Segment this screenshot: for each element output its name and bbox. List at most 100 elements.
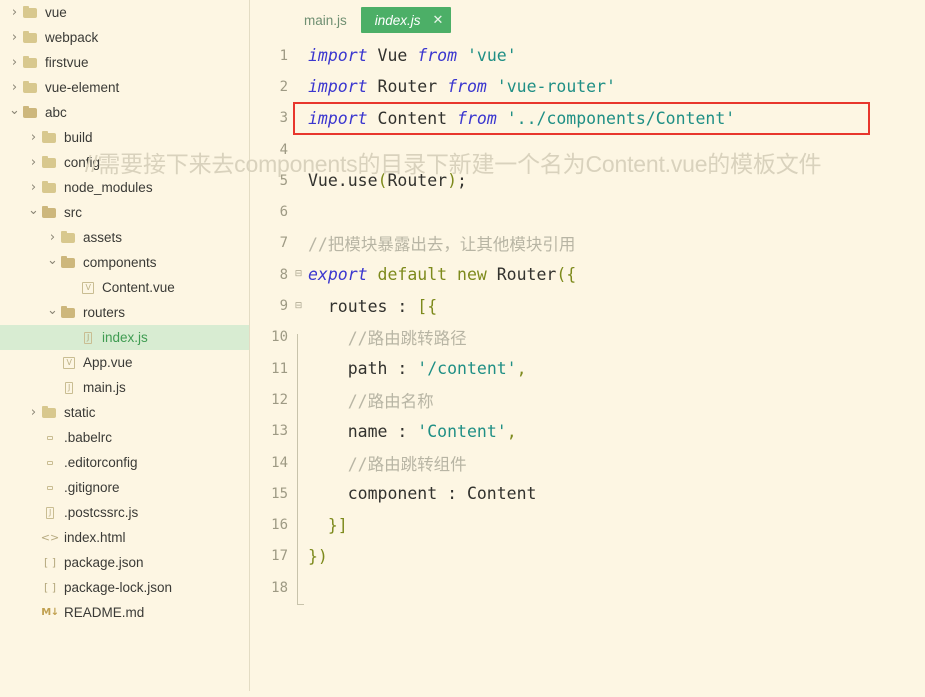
code-line[interactable]: 13 name : 'Content', (250, 416, 925, 463)
tree-item-content-vue[interactable]: V Content.vue (0, 275, 249, 300)
generic-file-icon (40, 433, 60, 443)
folder-open-icon (40, 205, 60, 220)
chevron-right-icon[interactable]: › (27, 156, 40, 169)
code-line[interactable]: 18 (250, 572, 925, 605)
tree-item-label: .editorconfig (64, 454, 138, 470)
code-token-id (487, 77, 497, 96)
json-file-icon: [ ] (43, 556, 57, 569)
folder-icon (21, 5, 41, 20)
code-line[interactable]: 7 //把模块暴露出去，让其他模块引用 (250, 228, 925, 259)
tree-item-abc[interactable]: ⌄ abc (0, 100, 249, 125)
code-line[interactable]: 12 //路由名称 (250, 384, 925, 431)
code-line[interactable]: 4 (250, 134, 925, 165)
code-line[interactable]: 8 ⊟ export default new Router({ (250, 259, 925, 290)
code-line[interactable]: 2 import Router from 'vue-router' (250, 71, 925, 102)
line-number: 16 (271, 517, 288, 534)
folder-icon (40, 180, 60, 195)
folder-icon (40, 405, 60, 420)
code-line[interactable]: 5 Vue.use(Router); (250, 165, 925, 196)
line-number: 18 (271, 579, 288, 596)
code-text: export default new Router({ (304, 265, 576, 284)
line-number: 14 (271, 454, 288, 471)
file-icon-glyph: J (65, 381, 73, 394)
tree-item-readme-md[interactable]: M↓ README.md (0, 600, 249, 625)
tree-item-node-modules[interactable]: › node_modules (0, 175, 249, 200)
code-line[interactable]: 9 ⊟ routes : [{ (250, 290, 925, 321)
file-icon-glyph (47, 435, 53, 440)
code-token-kw: import (308, 77, 368, 97)
code-line[interactable]: 15 component : Content (250, 478, 925, 525)
code-line[interactable]: 1 import Vue from 'vue' (250, 40, 925, 71)
tree-item-label: assets (83, 229, 123, 245)
vue-file-icon: V (59, 356, 79, 369)
vue-file-icon: V (78, 281, 98, 294)
tree-item-label: vue (45, 4, 67, 20)
tree-item-editorconfig[interactable]: .editorconfig (0, 450, 249, 475)
chevron-right-icon[interactable]: › (8, 31, 21, 44)
file-explorer-sidebar[interactable]: › vue › webpack › firstvue › vue-element ⌄ abc › bu… (0, 0, 249, 697)
code-token-kw: from (447, 77, 487, 97)
tree-item-package-lock-json[interactable]: [ ] package-lock.json (0, 575, 249, 600)
chevron-right-icon[interactable]: › (27, 181, 40, 194)
code-line[interactable]: 16 }] (250, 509, 925, 557)
chevron-down-icon[interactable]: ⌄ (46, 304, 59, 317)
tree-item-index-js[interactable]: Jindex.js (0, 325, 249, 350)
tree-item-routers[interactable]: ⌄ routers (0, 300, 249, 325)
tree-item-label: package-lock.json (64, 579, 173, 595)
file-icon-glyph: V (63, 356, 75, 369)
tree-item-assets[interactable]: › assets (0, 225, 249, 250)
folder-icon (21, 55, 41, 70)
chevron-right-icon[interactable]: › (46, 231, 59, 244)
chevron-right-icon[interactable]: › (27, 131, 40, 144)
fold-toggle-icon[interactable]: ⊟ (293, 270, 304, 279)
tree-item-static[interactable]: › static (0, 400, 249, 425)
tree-item-webpack[interactable]: › webpack (0, 25, 249, 50)
tree-item-label: webpack (45, 29, 99, 45)
chevron-down-icon[interactable]: ⌄ (8, 104, 21, 117)
code-token-com: //路由名称 (308, 391, 434, 411)
tree-item-main-js[interactable]: Jmain.js (0, 375, 249, 400)
tree-item-firstvue[interactable]: › firstvue (0, 50, 249, 75)
tree-item-gitignore[interactable]: .gitignore (0, 475, 249, 500)
code-line[interactable]: 3 import Content from '../components/Cont… (250, 103, 925, 134)
chevron-right-icon[interactable]: › (27, 406, 40, 419)
code-line[interactable]: 17}) (250, 541, 925, 588)
code-token-id: name : (308, 421, 418, 441)
tree-item-label: App.vue (83, 354, 133, 370)
code-line[interactable]: 14 //路由跳转组件 (250, 447, 925, 494)
tree-item-src[interactable]: ⌄ src (0, 200, 249, 225)
tree-item-app-vue[interactable]: V App.vue (0, 350, 249, 375)
code-area[interactable]: 1 import Vue from 'vue' 2 import Router fro… (250, 40, 925, 605)
tree-item-vue[interactable]: › vue (0, 0, 249, 25)
chevron-down-icon[interactable]: ⌄ (46, 254, 59, 267)
code-line[interactable]: 6 (250, 196, 925, 227)
file-icon-glyph: J (84, 331, 92, 344)
tree-item-postcssrc-js[interactable]: J .postcssrc.js (0, 500, 249, 525)
tree-item-label: vue-element (45, 79, 120, 95)
code-token-kw: import (308, 108, 368, 128)
chevron-right-icon[interactable]: › (8, 56, 21, 69)
tree-item-babelrc[interactable]: .babelrc (0, 425, 249, 450)
code-line[interactable]: 10 //路由跳转路径 (250, 322, 925, 369)
close-tab-icon[interactable]: ✕ (433, 13, 444, 28)
fold-toggle-icon[interactable]: ⊟ (293, 301, 304, 311)
tree-item-package-json[interactable]: [ ] package.json (0, 550, 249, 575)
code-token-kw: export (308, 265, 368, 285)
code-token-id (457, 46, 467, 65)
code-line[interactable]: 11 path : '/content', (250, 353, 925, 400)
editor-tab-index-js[interactable]: index.js ✕ (360, 7, 452, 33)
tree-item-config[interactable]: › config (0, 150, 249, 175)
chevron-right-icon[interactable]: › (8, 81, 21, 94)
tree-item-build[interactable]: › build (0, 125, 249, 150)
markdown-file-icon: M↓ (41, 606, 59, 618)
code-token-op: default new (367, 265, 497, 285)
tree-item-vue-element[interactable]: › vue-element (0, 75, 249, 100)
code-token-com: //路由跳转路径 (308, 329, 467, 349)
code-token-str: 'Content' (417, 421, 507, 441)
chevron-right-icon[interactable]: › (8, 6, 21, 19)
editor-tab-main-js[interactable]: main.js (290, 7, 361, 33)
chevron-down-icon[interactable]: ⌄ (27, 204, 40, 217)
tree-item-components[interactable]: ⌄ components (0, 250, 249, 275)
tree-item-index-html[interactable]: <> index.html (0, 525, 249, 550)
code-token-op: [{ (417, 296, 438, 316)
